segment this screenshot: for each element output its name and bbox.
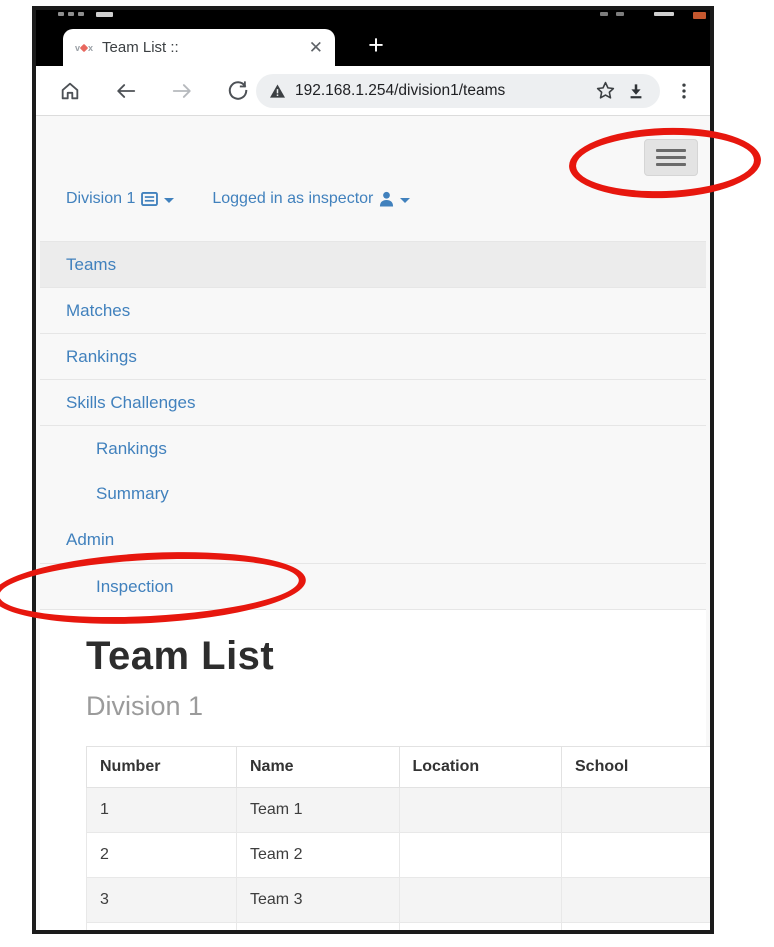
table-body: 1Team 12Team 23Team 34Team 45Team 5 <box>86 787 710 930</box>
url-bar[interactable]: 192.168.1.254/division1/teams <box>256 73 660 108</box>
nav-item-rankings-sub[interactable]: Rankings <box>40 425 706 471</box>
browser-toolbar: 192.168.1.254/division1/teams <box>36 66 710 116</box>
url-text[interactable]: 192.168.1.254/division1/teams <box>295 82 585 100</box>
cell-location <box>398 877 562 923</box>
nav-item-summary-sub[interactable]: Summary <box>40 471 706 517</box>
column-header-name: Name <box>236 746 400 788</box>
display-icon <box>141 192 159 206</box>
clock-fragment <box>78 12 84 16</box>
clock-fragment <box>68 12 74 16</box>
page-content: Division 1 Logged in as inspector Teams … <box>40 120 710 930</box>
tab-strip: vx Team List :: ✕ + <box>36 24 710 66</box>
status-bar <box>36 10 710 24</box>
table-row: 4Team 4 <box>86 922 710 930</box>
division-label: Division 1 <box>66 190 136 207</box>
download-icon[interactable] <box>626 81 646 101</box>
user-icon <box>380 191 394 207</box>
main-panel: Team List Division 1 Number Name Location S… <box>40 610 710 930</box>
column-header-number: Number <box>86 746 237 788</box>
table-row: 1 Team 1 <box>86 787 710 833</box>
cell-name: Team 3 <box>236 877 400 923</box>
nav-item-admin[interactable]: Admin <box>40 517 706 563</box>
cell-school <box>561 922 710 930</box>
login-status-label: Logged in as inspector <box>212 190 374 207</box>
nav-item-rankings[interactable]: Rankings <box>40 333 706 379</box>
table-header-row: Number Name Location School <box>86 746 710 788</box>
notification-icon <box>96 12 113 17</box>
cell-name: Team 4 <box>236 922 400 930</box>
navbar-header: Division 1 Logged in as inspector <box>66 190 411 208</box>
cell-name: Team 1 <box>236 787 400 833</box>
cell-school <box>561 832 710 878</box>
cell-school <box>561 787 710 833</box>
time-fragment <box>654 12 674 16</box>
column-header-school: School <box>561 746 710 788</box>
site-warning-icon[interactable] <box>270 83 285 98</box>
status-icon <box>600 12 608 16</box>
cell-number: 1 <box>86 787 237 833</box>
bookmark-star-icon[interactable] <box>595 80 616 101</box>
column-header-location: Location <box>398 746 562 788</box>
tab-title: Team List :: <box>102 39 179 56</box>
battery-icon <box>693 12 706 19</box>
annotated-screenshot: vx Team List :: ✕ + 192.168.1.254/divisi… <box>0 0 774 947</box>
browser-tab[interactable]: vx Team List :: ✕ <box>63 29 335 66</box>
cell-number: 4 <box>86 922 237 930</box>
cell-school <box>561 877 710 923</box>
cell-number: 3 <box>86 877 237 923</box>
clock-fragment <box>58 12 64 16</box>
cell-name: Team 2 <box>236 832 400 878</box>
account-dropdown[interactable]: Logged in as inspector <box>212 190 411 208</box>
chevron-down-icon <box>400 197 411 203</box>
new-tab-button[interactable]: + <box>354 24 398 66</box>
team-table: Number Name Location School 1 Team 1 2 Team 23… <box>86 746 710 930</box>
close-tab-icon[interactable]: ✕ <box>309 39 323 56</box>
page-title: Team List <box>86 634 275 678</box>
nav-item-teams[interactable]: Teams <box>40 241 706 287</box>
cell-location <box>398 832 562 878</box>
cell-number: 2 <box>86 832 237 878</box>
table-row: 2 Team 2 <box>86 832 710 878</box>
chevron-down-icon <box>164 197 175 203</box>
division-dropdown[interactable]: Division 1 <box>66 190 175 208</box>
page-subtitle: Division 1 <box>86 691 204 721</box>
status-icon <box>616 12 624 16</box>
cell-location <box>398 922 562 930</box>
nav-menu: Teams Matches Rankings Skills Challenges Ran… <box>40 241 706 609</box>
nav-item-inspection-sub[interactable]: Inspection <box>40 563 706 609</box>
back-icon[interactable] <box>114 79 138 103</box>
forward-icon <box>170 79 194 103</box>
cell-location <box>398 787 562 833</box>
tab-favicon-icon: vx <box>75 42 94 53</box>
browser-menu-icon[interactable] <box>672 79 696 103</box>
nav-item-skills-challenges[interactable]: Skills Challenges <box>40 379 706 425</box>
hamburger-icon <box>656 149 686 152</box>
menu-toggle-button[interactable] <box>644 139 698 176</box>
device-frame: vx Team List :: ✕ + 192.168.1.254/divisi… <box>32 6 714 934</box>
nav-item-matches[interactable]: Matches <box>40 287 706 333</box>
home-icon[interactable] <box>58 79 82 103</box>
reload-icon[interactable] <box>226 79 250 103</box>
table-row: 3 Team 3 <box>86 877 710 923</box>
